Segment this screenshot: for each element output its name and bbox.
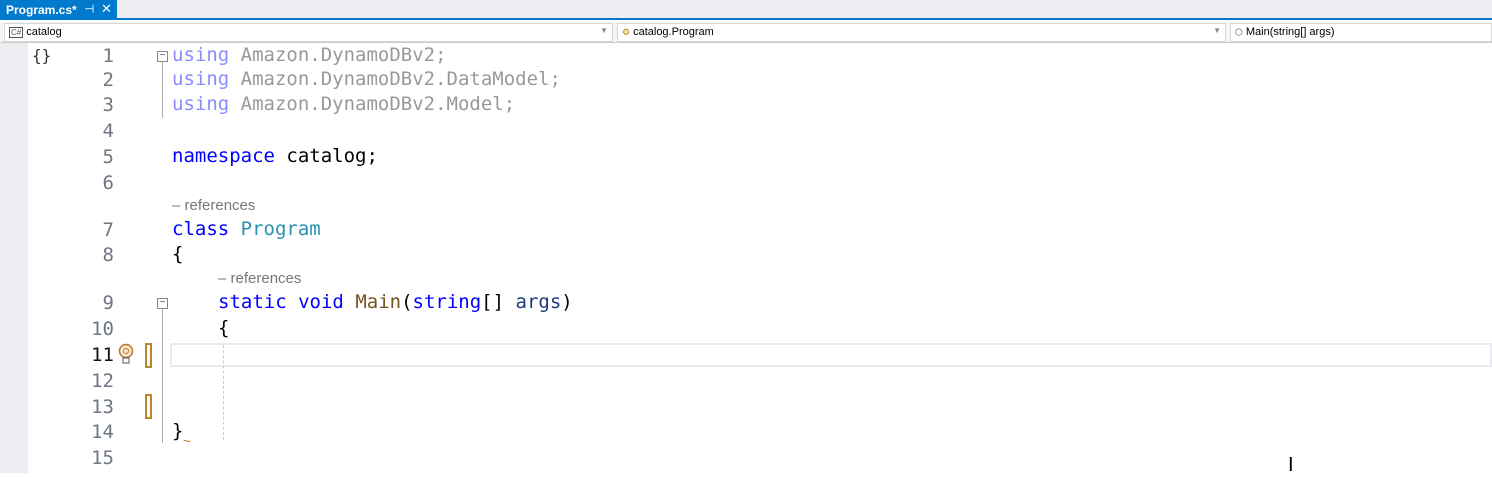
code-text: catalog; [274, 145, 378, 167]
navigation-bar: C# catalog ▼ ⚙ catalog.Program ▼ ⬡ Main(strin… [0, 22, 1492, 43]
code-line-8[interactable]: { [172, 243, 183, 265]
member-dropdown[interactable]: ⬡ Main(string[] args) [1230, 23, 1492, 42]
keyword: static [218, 291, 287, 313]
fold-line [162, 309, 163, 443]
code-line-14[interactable]: } [172, 420, 183, 442]
current-line-highlight [170, 343, 1492, 367]
code-text: ) [561, 291, 573, 313]
method-icon: ⬡ [1235, 27, 1243, 37]
type-name: Program [240, 218, 321, 240]
line-number: 8 [102, 244, 114, 266]
lightbulb-icon[interactable] [118, 343, 134, 365]
tab-title: Program.cs* [6, 3, 77, 17]
line-number: 1 [102, 45, 114, 67]
indent-guide [223, 345, 224, 440]
collapse-icon[interactable]: − [157, 51, 168, 62]
code-line-7[interactable]: class Program [172, 218, 321, 240]
line-number: 7 [102, 219, 114, 241]
keyword: class [172, 218, 230, 240]
code-text: [] [481, 291, 516, 313]
line-number: 15 [91, 447, 114, 469]
scope-icon: {} [32, 46, 52, 65]
type-label: catalog.Program [633, 26, 714, 38]
keyword: string [412, 291, 482, 313]
indicator-margin [0, 43, 28, 473]
codelens-references[interactable]: – references [172, 197, 255, 214]
parameter-name: args [515, 291, 562, 313]
project-label: catalog [26, 26, 62, 38]
line-number: 2 [102, 69, 114, 91]
close-icon[interactable]: ✕ [101, 1, 112, 17]
fold-line [162, 62, 163, 118]
keyword: namespace [172, 145, 275, 167]
project-dropdown[interactable]: C# catalog ▼ [4, 23, 613, 42]
keyword: using [172, 44, 230, 66]
line-number: 5 [102, 146, 114, 168]
member-label: Main(string[] args) [1245, 26, 1335, 38]
code-line-2[interactable]: using Amazon.DynamoDBv2.DataModel; [172, 68, 561, 90]
chevron-down-icon: ▼ [1213, 26, 1221, 35]
line-number: 3 [102, 94, 114, 116]
codelens-references[interactable]: – references [218, 270, 301, 287]
warning-squiggle: ~ [183, 433, 192, 449]
code-text: ( [401, 291, 413, 313]
code-text: Amazon.DynamoDBv2.DataModel; [229, 68, 561, 90]
change-marker [145, 394, 152, 419]
pin-icon[interactable]: ⊣ [84, 2, 94, 16]
line-number: 10 [91, 318, 114, 340]
line-number: 14 [91, 421, 114, 443]
tab-strip: Program.cs* ⊣ ✕ [0, 0, 1492, 20]
line-number: 9 [102, 292, 114, 314]
line-number: 11 [91, 344, 114, 366]
keyword: using [172, 93, 230, 115]
line-number: 13 [91, 396, 114, 418]
tab-program-cs[interactable]: Program.cs* ⊣ ✕ [0, 0, 117, 20]
csharp-icon: C# [9, 27, 24, 38]
code-text: Amazon.DynamoDBv2.Model; [229, 93, 516, 115]
method-name: Main [355, 291, 402, 313]
code-line-10[interactable]: { [218, 317, 229, 339]
text-cursor-icon: I [1288, 454, 1294, 476]
class-icon: ⚙ [622, 27, 631, 37]
line-number: 6 [102, 172, 114, 194]
keyword: using [172, 68, 230, 90]
code-line-3[interactable]: using Amazon.DynamoDBv2.Model; [172, 93, 515, 115]
collapse-icon[interactable]: − [157, 298, 168, 309]
code-line-1[interactable]: using Amazon.DynamoDBv2; [172, 44, 447, 66]
code-line-9[interactable]: static void Main(string[] args) [218, 291, 573, 313]
code-line-5[interactable]: namespace catalog; [172, 145, 378, 167]
code-text: Amazon.DynamoDBv2; [229, 44, 447, 66]
keyword: void [298, 291, 344, 313]
line-number: 4 [102, 120, 114, 142]
chevron-down-icon: ▼ [600, 26, 608, 35]
line-number: 12 [91, 370, 114, 392]
type-dropdown[interactable]: ⚙ catalog.Program ▼ [617, 23, 1226, 42]
change-marker [145, 343, 152, 368]
